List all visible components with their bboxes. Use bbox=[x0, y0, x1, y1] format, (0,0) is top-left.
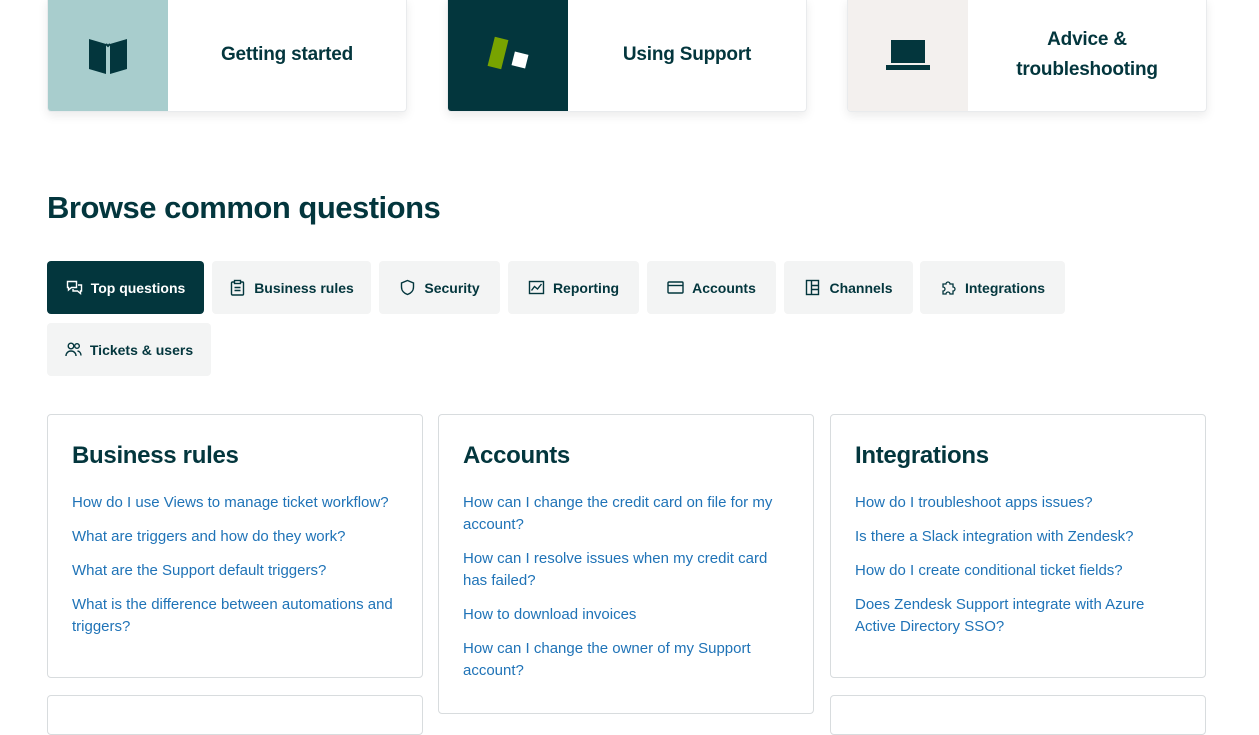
card-advice-troubleshooting[interactable]: Advice & troubleshooting bbox=[847, 0, 1207, 112]
list-item: How do I create conditional ticket field… bbox=[855, 560, 1181, 582]
tab-channels[interactable]: Channels bbox=[784, 261, 913, 314]
question-link[interactable]: How can I change the credit card on file… bbox=[463, 494, 772, 533]
tab-business-rules[interactable]: Business rules bbox=[212, 261, 371, 314]
chart-icon bbox=[528, 280, 545, 295]
list-item: Does Zendesk Support integrate with Azur… bbox=[855, 594, 1181, 638]
shield-icon bbox=[401, 279, 415, 296]
channels-icon bbox=[806, 279, 820, 296]
users-icon bbox=[65, 342, 82, 357]
question-link[interactable]: How to download invoices bbox=[463, 606, 636, 623]
question-list: How do I troubleshoot apps issues? Is th… bbox=[855, 492, 1181, 638]
question-card-partial bbox=[830, 695, 1206, 735]
card-getting-started[interactable]: Getting started bbox=[47, 0, 407, 112]
question-link[interactable]: Is there a Slack integration with Zendes… bbox=[855, 528, 1133, 545]
question-list: How do I use Views to manage ticket work… bbox=[72, 492, 398, 638]
list-item: What is the difference between automatio… bbox=[72, 594, 398, 638]
question-card-title: Integrations bbox=[855, 442, 989, 469]
laptop-icon bbox=[886, 40, 930, 70]
question-link[interactable]: What is the difference between automatio… bbox=[72, 596, 393, 635]
tab-top-questions[interactable]: Top questions bbox=[47, 261, 204, 314]
book-icon bbox=[89, 39, 127, 74]
list-item: How can I change the credit card on file… bbox=[463, 492, 789, 536]
question-card-title: Accounts bbox=[463, 442, 570, 469]
credit-card-icon bbox=[667, 281, 684, 294]
list-item: Is there a Slack integration with Zendes… bbox=[855, 526, 1181, 548]
tab-accounts[interactable]: Accounts bbox=[647, 261, 776, 314]
card-thumb bbox=[48, 0, 168, 111]
chat-icon bbox=[66, 280, 82, 295]
clipboard-icon bbox=[230, 279, 245, 296]
tab-security[interactable]: Security bbox=[379, 261, 500, 314]
question-card-accounts: Accounts How can I change the credit car… bbox=[438, 414, 814, 714]
tab-label: Reporting bbox=[552, 279, 620, 296]
puzzle-icon bbox=[942, 281, 956, 295]
tab-label: Channels bbox=[829, 279, 893, 296]
tab-label: Tickets & users bbox=[89, 341, 194, 358]
tab-label: Business rules bbox=[254, 279, 354, 296]
question-link[interactable]: How do I create conditional ticket field… bbox=[855, 562, 1123, 579]
tab-label: Top questions bbox=[90, 279, 186, 296]
question-link[interactable]: How can I resolve issues when my credit … bbox=[463, 550, 767, 589]
support-blocks-icon bbox=[487, 36, 529, 70]
tab-tickets-users[interactable]: Tickets & users bbox=[47, 323, 211, 376]
question-link[interactable]: Does Zendesk Support integrate with Azur… bbox=[855, 596, 1144, 635]
list-item: What are triggers and how do they work? bbox=[72, 526, 398, 548]
list-item: How can I change the owner of my Support… bbox=[463, 638, 789, 682]
list-item: How do I troubleshoot apps issues? bbox=[855, 492, 1181, 514]
tab-reporting[interactable]: Reporting bbox=[508, 261, 639, 314]
list-item: How can I resolve issues when my credit … bbox=[463, 548, 789, 592]
question-card-partial bbox=[47, 695, 423, 735]
question-link[interactable]: How can I change the owner of my Support… bbox=[463, 640, 751, 679]
tab-label: Accounts bbox=[692, 279, 756, 296]
card-label: Using Support bbox=[622, 44, 752, 65]
question-list: How can I change the credit card on file… bbox=[463, 492, 789, 682]
card-using-support[interactable]: Using Support bbox=[447, 0, 807, 112]
question-card-title: Business rules bbox=[72, 442, 239, 469]
card-label: Advice & troubleshooting bbox=[1016, 29, 1158, 80]
question-link[interactable]: How do I use Views to manage ticket work… bbox=[72, 494, 389, 511]
question-card-business-rules: Business rules How do I use Views to man… bbox=[47, 414, 423, 678]
list-item: What are the Support default triggers? bbox=[72, 560, 398, 582]
question-link[interactable]: How do I troubleshoot apps issues? bbox=[855, 494, 1093, 511]
tab-label: Integrations bbox=[964, 279, 1046, 296]
question-link[interactable]: What are triggers and how do they work? bbox=[72, 528, 345, 545]
question-card-integrations: Integrations How do I troubleshoot apps … bbox=[830, 414, 1206, 678]
tab-integrations[interactable]: Integrations bbox=[920, 261, 1065, 314]
list-item: How do I use Views to manage ticket work… bbox=[72, 492, 398, 514]
card-thumb bbox=[848, 0, 968, 111]
question-link[interactable]: What are the Support default triggers? bbox=[72, 562, 326, 579]
tab-label: Security bbox=[424, 279, 480, 296]
list-item: How to download invoices bbox=[463, 604, 789, 626]
card-thumb bbox=[448, 0, 568, 111]
card-label: Getting started bbox=[220, 44, 354, 65]
browse-heading: Browse common questions bbox=[47, 190, 441, 225]
